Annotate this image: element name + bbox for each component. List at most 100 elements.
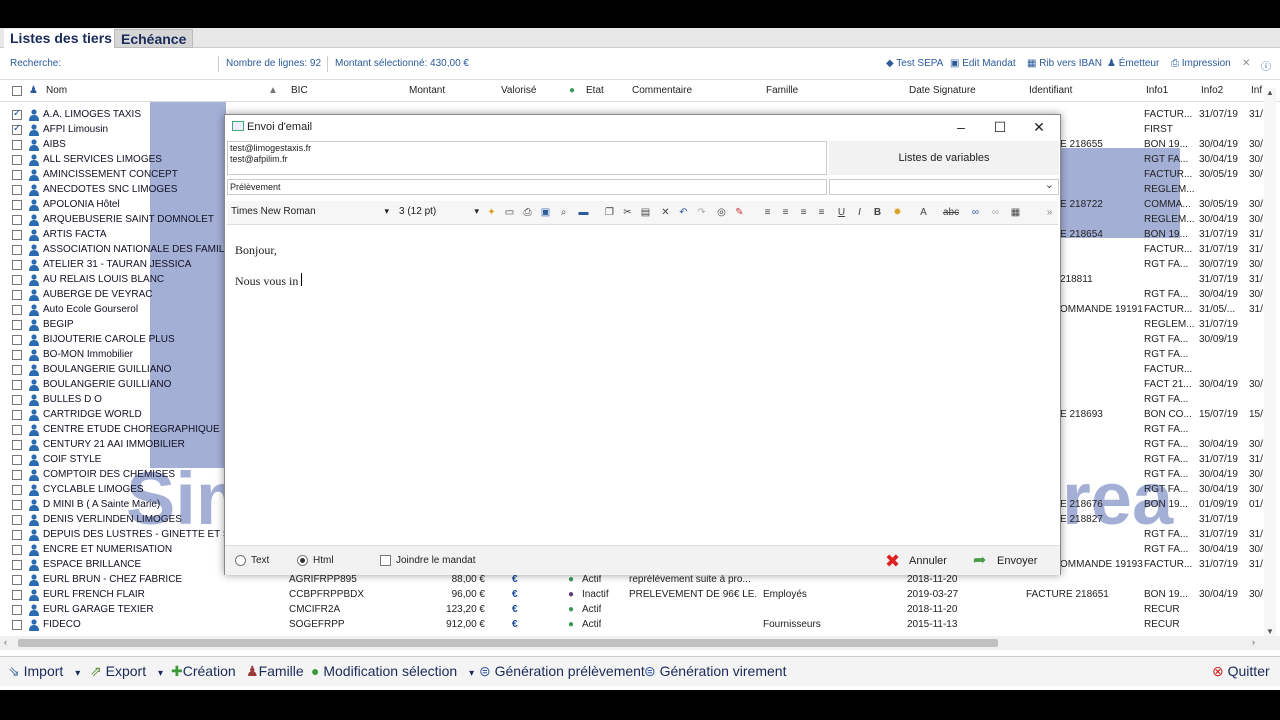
link-icon[interactable]: ∞ xyxy=(969,206,982,219)
row-checkbox[interactable] xyxy=(12,410,22,420)
row-checkbox[interactable] xyxy=(12,485,22,495)
open-icon[interactable]: ▭ xyxy=(503,206,516,219)
row-checkbox[interactable] xyxy=(12,140,22,150)
import-button[interactable]: ⇘ Import ▾ xyxy=(8,663,80,680)
row-checkbox[interactable] xyxy=(12,123,22,135)
paste-icon[interactable]: ▤ xyxy=(639,206,652,219)
row-checkbox[interactable] xyxy=(12,305,22,315)
row-checkbox[interactable] xyxy=(12,500,22,510)
table-row[interactable]: FIDECO SOGEFRPP 912,00 € € ● Actif Fournisseur… xyxy=(0,618,1280,633)
close-button[interactable]: ✕ xyxy=(1021,117,1057,137)
export-button[interactable]: ⇗ Export ▾ xyxy=(90,663,163,680)
famille-button[interactable]: ♟Famille xyxy=(246,663,304,680)
col-info3[interactable]: Inf xyxy=(1251,85,1262,96)
creation-button[interactable]: ✚Création xyxy=(171,663,236,680)
col-commentaire[interactable]: Commentaire xyxy=(632,85,692,96)
emetteur-button[interactable]: ♟ Émetteur xyxy=(1107,58,1159,69)
html-radio[interactable] xyxy=(297,555,308,566)
underline-icon[interactable]: U xyxy=(835,206,848,219)
row-checkbox[interactable] xyxy=(12,395,22,405)
row-checkbox[interactable] xyxy=(12,530,22,540)
tab-echeance[interactable]: Echéance xyxy=(114,29,194,48)
col-nom[interactable]: Nom xyxy=(46,85,67,96)
col-etat[interactable]: Etat xyxy=(586,85,604,96)
edit-mandat-button[interactable]: ▣ Edit Mandat xyxy=(950,58,1016,69)
search-label[interactable]: Recherche: xyxy=(10,58,61,69)
strikethrough-icon[interactable]: abc xyxy=(943,206,959,219)
subject-field[interactable]: Prélèvement xyxy=(227,179,827,195)
row-checkbox[interactable] xyxy=(12,290,22,300)
row-checkbox[interactable] xyxy=(12,320,22,330)
scroll-thumb[interactable] xyxy=(18,639,998,647)
redo-icon[interactable]: ↷ xyxy=(695,206,708,219)
row-checkbox[interactable] xyxy=(12,185,22,195)
modification-selection-button[interactable]: ● Modification sélection ▾ xyxy=(311,663,474,679)
table-row[interactable]: EURL FRENCH FLAIR CCBPFRPPBDX 96,00 € € ● Ina… xyxy=(0,588,1280,603)
save-icon[interactable]: ▣ xyxy=(539,206,552,219)
row-checkbox[interactable] xyxy=(12,365,22,375)
table-row[interactable]: EURL GARAGE TEXIER CMCIFR2A 123,20 € € ● Acti… xyxy=(0,603,1280,618)
variables-dropdown[interactable] xyxy=(829,178,1059,195)
col-valorise[interactable]: Valorisé xyxy=(501,85,536,96)
row-checkbox[interactable] xyxy=(12,350,22,360)
font-select[interactable]: Times New Roman xyxy=(229,206,391,220)
font-color-icon[interactable]: A xyxy=(917,206,930,219)
more-icon[interactable]: » xyxy=(1043,206,1056,219)
vertical-scrollbar[interactable]: ▲ ▼ xyxy=(1264,88,1276,636)
italic-icon[interactable]: I xyxy=(853,206,866,219)
unlink-icon[interactable]: ∞ xyxy=(989,206,1002,219)
col-date-signature[interactable]: Date Signature xyxy=(909,85,976,96)
size-select[interactable]: 3 (12 pt) xyxy=(397,206,481,220)
highlight-icon[interactable]: ✹ xyxy=(891,206,904,219)
align-left-icon[interactable]: ≡ xyxy=(761,206,774,219)
align-right-icon[interactable]: ≡ xyxy=(797,206,810,219)
row-checkbox[interactable] xyxy=(12,380,22,390)
align-center-icon[interactable]: ≡ xyxy=(779,206,792,219)
tab-listes-tiers[interactable]: Listes des tiers xyxy=(4,29,118,48)
sort-asc-icon[interactable]: ▲ xyxy=(268,85,278,96)
recipients-field[interactable]: test@limogestaxis.fr test@afpilim.fr xyxy=(227,141,827,175)
generation-prelevement-button[interactable]: ⊜ Génération prélèvement xyxy=(479,663,645,680)
row-checkbox[interactable] xyxy=(12,575,22,585)
maximize-button[interactable]: ☐ xyxy=(982,117,1018,137)
col-famille[interactable]: Famille xyxy=(766,85,798,96)
attach-mandate-checkbox[interactable] xyxy=(380,555,391,566)
row-checkbox[interactable] xyxy=(12,215,22,225)
col-info2[interactable]: Info2 xyxy=(1201,85,1223,96)
row-checkbox[interactable] xyxy=(12,200,22,210)
col-montant[interactable]: Montant xyxy=(409,85,445,96)
delete-icon[interactable]: ✕ xyxy=(659,206,672,219)
print-icon[interactable]: ⎙ xyxy=(521,206,534,219)
row-checkbox[interactable] xyxy=(12,170,22,180)
row-checkbox[interactable] xyxy=(12,545,22,555)
minimize-button[interactable]: – xyxy=(943,117,979,137)
impression-button[interactable]: ⎙ Impression xyxy=(1171,58,1231,69)
row-checkbox[interactable] xyxy=(12,425,22,435)
justify-icon[interactable]: ≡ xyxy=(815,206,828,219)
rib-iban-button[interactable]: ▦ Rib vers IBAN xyxy=(1027,58,1102,69)
row-checkbox[interactable] xyxy=(12,155,22,165)
undo-icon[interactable]: ↶ xyxy=(677,206,690,219)
horizontal-scrollbar[interactable]: ‹ › xyxy=(0,636,1280,650)
table-row[interactable]: EURL BRUN - CHEZ FABRICE AGRIFRPP895 88,00… xyxy=(0,573,1280,588)
row-checkbox[interactable] xyxy=(12,275,22,285)
copy-icon[interactable]: ❐ xyxy=(603,206,616,219)
quitter-button[interactable]: ⊗ Quitter xyxy=(1212,663,1270,680)
find-icon[interactable]: ⌕ xyxy=(557,206,570,219)
image-icon[interactable]: ▬ xyxy=(577,206,590,219)
row-checkbox[interactable] xyxy=(12,440,22,450)
row-checkbox[interactable] xyxy=(12,260,22,270)
dialog-titlebar[interactable]: Envoi d'email – ☐ ✕ xyxy=(225,115,1060,139)
new-icon[interactable]: ✦ xyxy=(485,206,498,219)
col-info1[interactable]: Info1 xyxy=(1146,85,1168,96)
bold-icon[interactable]: B xyxy=(871,206,884,219)
row-checkbox[interactable] xyxy=(12,230,22,240)
info-icon[interactable]: ⓘ xyxy=(1261,58,1271,73)
row-checkbox[interactable] xyxy=(12,620,22,630)
eraser-icon[interactable]: ✎ xyxy=(733,206,746,219)
text-radio[interactable] xyxy=(235,555,246,566)
select-all-checkbox[interactable] xyxy=(12,86,22,96)
row-checkbox[interactable] xyxy=(12,470,22,480)
row-checkbox[interactable] xyxy=(12,245,22,255)
table-icon[interactable]: ▦ xyxy=(1009,206,1022,219)
